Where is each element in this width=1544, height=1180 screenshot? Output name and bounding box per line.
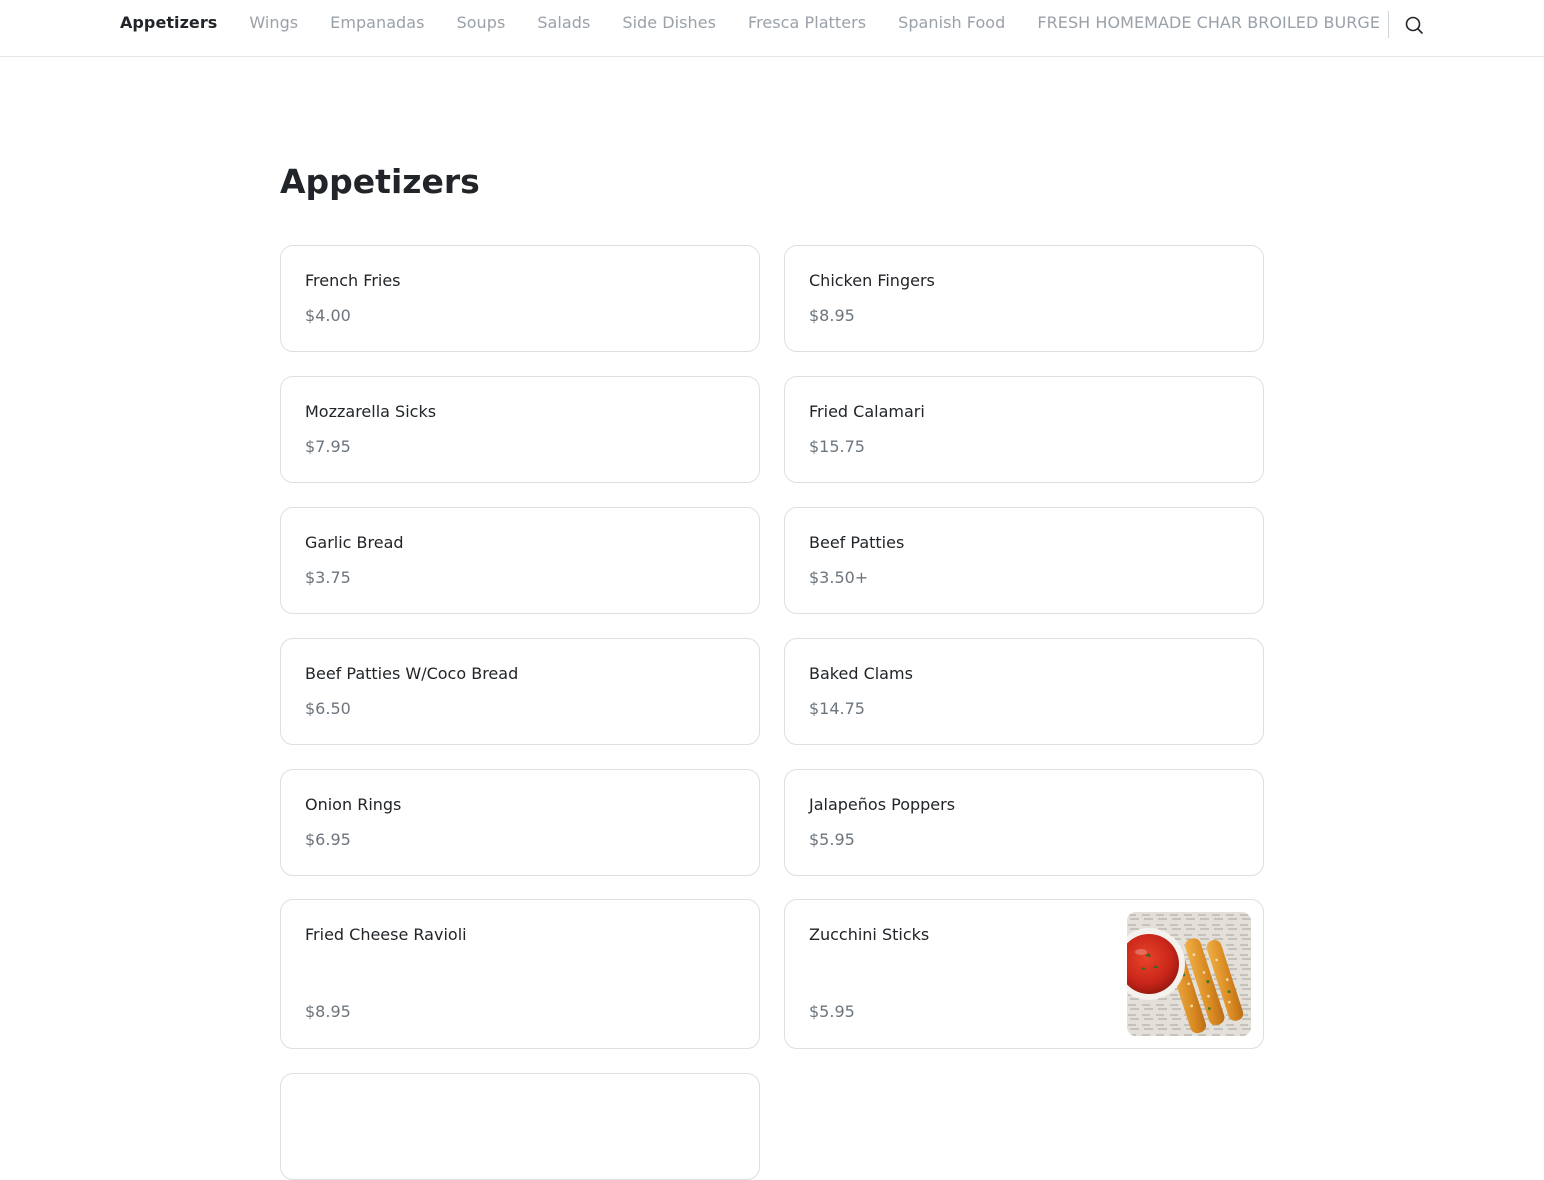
item-name: French Fries [305,271,401,290]
item-price: $15.75 [809,437,865,456]
menu-item-card-partial[interactable] [280,1073,760,1180]
item-price: $14.75 [809,699,865,718]
food-photo-illustration [1127,912,1251,1036]
item-price: $8.95 [305,1002,351,1021]
item-price: $6.50 [305,699,351,718]
menu-item-card[interactable]: Fried Calamari $15.75 [784,376,1264,483]
menu-item-card[interactable]: Baked Clams $14.75 [784,638,1264,745]
item-price: $5.95 [809,830,855,849]
tab-side-dishes[interactable]: Side Dishes [622,0,716,33]
item-name: Baked Clams [809,664,913,683]
nav-divider [1388,11,1389,38]
item-price: $7.95 [305,437,351,456]
tab-spanish-food[interactable]: Spanish Food [898,0,1005,33]
tab-soups[interactable]: Soups [457,0,506,33]
tab-fresca-platters[interactable]: Fresca Platters [748,0,866,33]
item-price: $4.00 [305,306,351,325]
menu-item-card[interactable]: French Fries $4.00 [280,245,760,352]
menu-item-card[interactable]: Mozzarella Sicks $7.95 [280,376,760,483]
item-price: $3.50+ [809,568,869,587]
item-name: Mozzarella Sicks [305,402,437,421]
zucchini-sticks-photo [1127,912,1251,1036]
tab-wings[interactable]: Wings [249,0,298,33]
item-price: $8.95 [809,306,855,325]
item-name: Beef Patties W/Coco Bread [305,664,519,683]
item-name: Fried Calamari [809,402,925,421]
section-title: Appetizers [280,162,480,201]
tab-empanadas[interactable]: Empanadas [330,0,424,33]
menu-item-card[interactable]: Garlic Bread $3.75 [280,507,760,614]
menu-item-card[interactable]: Onion Rings $6.95 [280,769,760,876]
item-name: Jalapeños Poppers [809,795,956,814]
tab-appetizers[interactable]: Appetizers [120,0,217,33]
tab-char-broiled-burgers[interactable]: FRESH HOMEMADE CHAR BROILED BURGE [1037,0,1380,33]
search-icon [1405,16,1423,34]
item-price: $3.75 [305,568,351,587]
menu-item-card[interactable]: Zucchini Sticks $5.95 [784,899,1264,1049]
menu-item-card[interactable]: Fried Cheese Ravioli $8.95 [280,899,760,1049]
item-name: Zucchini Sticks [809,925,930,944]
item-name: Fried Cheese Ravioli [305,925,467,944]
item-price: $6.95 [305,830,351,849]
tab-salads[interactable]: Salads [537,0,590,33]
menu-item-card[interactable]: Chicken Fingers $8.95 [784,245,1264,352]
category-nav: Appetizers Wings Empanadas Soups Salads Side … [0,0,1544,57]
item-name: Garlic Bread [305,533,404,552]
menu-item-card[interactable]: Beef Patties $3.50+ [784,507,1264,614]
item-name: Chicken Fingers [809,271,935,290]
item-price: $5.95 [809,1002,855,1021]
menu-item-card[interactable]: Jalapeños Poppers $5.95 [784,769,1264,876]
category-tabs: Appetizers Wings Empanadas Soups Salads Side … [120,0,1388,56]
menu-item-card[interactable]: Beef Patties W/Coco Bread $6.50 [280,638,760,745]
item-name: Onion Rings [305,795,402,814]
item-name: Beef Patties [809,533,905,552]
search-button[interactable] [1402,13,1426,37]
